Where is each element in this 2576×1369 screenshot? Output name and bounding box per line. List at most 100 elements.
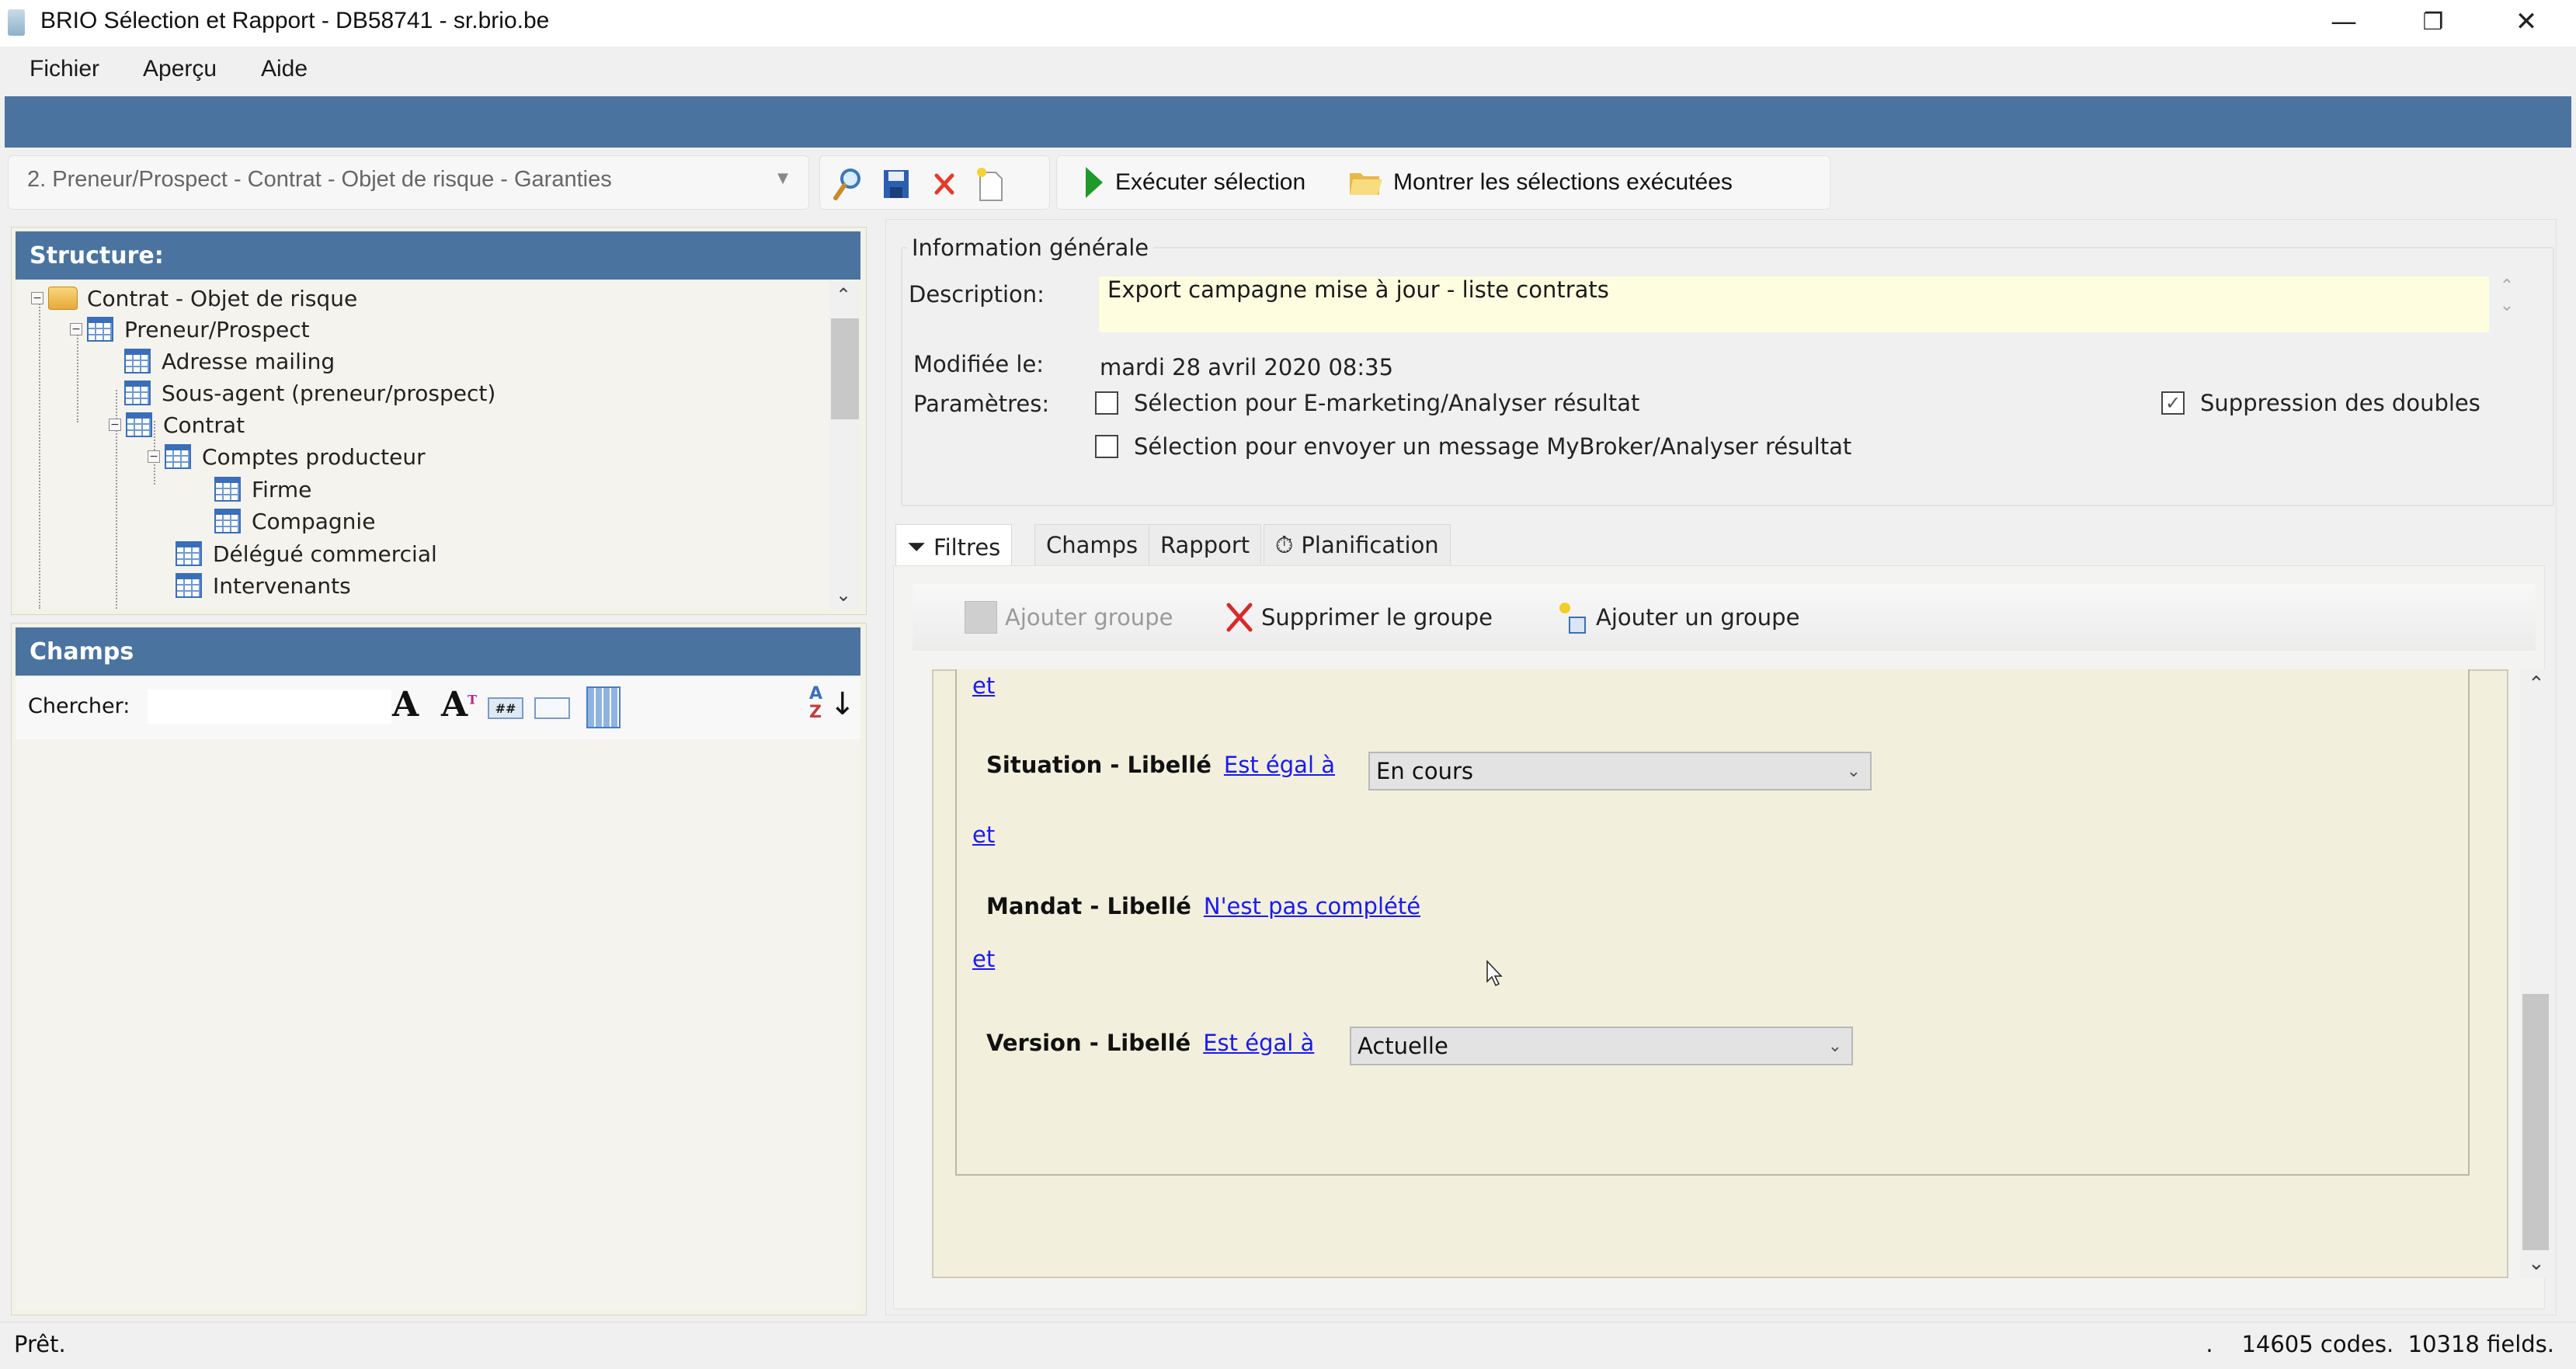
tab-champs[interactable]: Champs bbox=[1034, 524, 1150, 566]
description-scrollbar[interactable]: ⌃ ⌄ bbox=[2491, 276, 2522, 332]
play-icon bbox=[1086, 167, 1103, 198]
scroll-down-icon[interactable]: ⌄ bbox=[836, 584, 851, 606]
tree-scroll-thumb[interactable] bbox=[831, 318, 859, 419]
execute-selection-label: Exécuter sélection bbox=[1115, 169, 1306, 195]
collapse-icon[interactable]: − bbox=[70, 323, 82, 335]
tree-node[interactable]: Compagnie bbox=[214, 506, 375, 537]
search-icon[interactable] bbox=[832, 167, 863, 201]
scroll-up-icon[interactable]: ⌃ bbox=[2528, 672, 2545, 696]
condition-operator-link[interactable]: Est égal à bbox=[1224, 752, 1335, 778]
condition-field: Version - Libellé bbox=[986, 1030, 1191, 1056]
tree-node[interactable]: Sous-agent (preneur/prospect) bbox=[124, 377, 495, 408]
number-field-icon[interactable]: ## bbox=[488, 697, 523, 719]
table-icon bbox=[124, 349, 151, 374]
delete-group-button[interactable]: Supprimer le groupe bbox=[1225, 598, 1493, 637]
filter-condition: Situation - Libellé Est égal à bbox=[986, 752, 1335, 778]
tab-label: Filtres bbox=[933, 533, 1001, 561]
condition-value: En cours bbox=[1376, 758, 1474, 784]
tree-node[interactable]: Adresse mailing bbox=[124, 346, 335, 377]
collapse-icon[interactable]: − bbox=[31, 292, 43, 304]
params-label: Paramètres: bbox=[913, 391, 1050, 417]
connector-et-link[interactable]: et bbox=[972, 946, 995, 972]
chevron-down-icon: ⌄ bbox=[1827, 1036, 1842, 1056]
table-icon bbox=[176, 541, 202, 566]
minimize-button[interactable]: — bbox=[2297, 0, 2390, 43]
tree-guide-line bbox=[39, 298, 40, 609]
query-select-value: 2. Preneur/Prospect - Contrat - Objet de… bbox=[27, 167, 612, 192]
condition-field: Mandat - Libellé bbox=[986, 893, 1191, 919]
scroll-down-icon[interactable]: ⌄ bbox=[2528, 1252, 2545, 1275]
add-group-icon bbox=[965, 601, 997, 634]
header-band bbox=[5, 96, 2571, 148]
filter-group-box bbox=[955, 669, 2470, 1176]
menu-aide[interactable]: Aide bbox=[261, 56, 308, 82]
sort-arrow-icon: ↓ bbox=[829, 686, 856, 722]
condition-operator-link[interactable]: N'est pas complété bbox=[1204, 893, 1420, 919]
collapse-icon[interactable]: − bbox=[148, 450, 160, 463]
close-icon: ✕ bbox=[2515, 6, 2538, 37]
connector-et-link[interactable]: et bbox=[972, 822, 995, 848]
tree-node[interactable]: − Comptes producteur bbox=[148, 441, 426, 472]
tab-planification[interactable]: ⏱ Planification bbox=[1264, 524, 1451, 566]
tree-node[interactable]: Intervenants bbox=[176, 570, 351, 601]
show-executed-selections-button[interactable]: Montrer les sélections exécutées bbox=[1348, 164, 1733, 201]
scroll-up-icon[interactable]: ⌃ bbox=[836, 284, 851, 306]
tree-node[interactable]: − Contrat bbox=[109, 409, 245, 440]
menu-apercu[interactable]: Aperçu bbox=[143, 56, 217, 82]
param-mybroker[interactable]: Sélection pour envoyer un message MyBrok… bbox=[1095, 433, 1851, 460]
champs-search-input[interactable] bbox=[148, 690, 391, 724]
search-label: Chercher: bbox=[28, 694, 130, 718]
save-icon[interactable] bbox=[881, 167, 912, 201]
text-field-icon[interactable] bbox=[534, 697, 570, 719]
checkbox-dedupe[interactable]: ✓ bbox=[2161, 391, 2185, 415]
tab-label: Champs bbox=[1046, 532, 1139, 558]
restore-button[interactable]: ❐ bbox=[2387, 0, 2480, 43]
collapse-icon[interactable]: − bbox=[109, 419, 121, 431]
table-icon bbox=[214, 477, 241, 502]
condition-value-select[interactable]: Actuelle ⌄ bbox=[1350, 1027, 1853, 1065]
filter-condition: Mandat - Libellé N'est pas complété bbox=[986, 893, 1420, 919]
structure-header: Structure: bbox=[16, 231, 860, 280]
menu-fichier[interactable]: Fichier bbox=[30, 56, 99, 82]
tree-node[interactable]: Délégué commercial bbox=[176, 538, 437, 569]
table-icon bbox=[214, 509, 241, 533]
font-icon[interactable]: A bbox=[392, 685, 419, 724]
tree-node-label: Preneur/Prospect bbox=[124, 316, 310, 342]
sort-az-icon[interactable]: AZ bbox=[809, 685, 822, 722]
description-label: Description: bbox=[909, 281, 1045, 308]
filter-scroll-thumb[interactable] bbox=[2522, 994, 2549, 1250]
tree-node-label: Intervenants bbox=[213, 572, 351, 599]
dedupe-option[interactable]: ✓ Suppression des doubles bbox=[2161, 390, 2480, 416]
query-select[interactable]: 2. Preneur/Prospect - Contrat - Objet de… bbox=[8, 155, 809, 210]
scroll-up-icon[interactable]: ⌃ bbox=[2491, 276, 2522, 296]
tree-node[interactable]: − Contrat - Objet de risque bbox=[31, 283, 357, 314]
tree-node-label: Firme bbox=[252, 476, 312, 502]
show-executed-selections-label: Montrer les sélections exécutées bbox=[1393, 169, 1733, 195]
connector-et-link[interactable]: et bbox=[972, 672, 995, 699]
add-a-group-button[interactable]: Ajouter un groupe bbox=[1557, 598, 1799, 637]
add-group-icon bbox=[1559, 603, 1586, 634]
filter-condition: Version - Libellé Est égal à bbox=[986, 1030, 1314, 1056]
calculator-icon[interactable] bbox=[586, 686, 621, 728]
checkbox-emarketing[interactable] bbox=[1095, 391, 1118, 415]
condition-operator-link[interactable]: Est égal à bbox=[1203, 1030, 1314, 1056]
tree-node-label: Comptes producteur bbox=[202, 443, 426, 470]
condition-value-select[interactable]: En cours ⌄ bbox=[1368, 752, 1872, 790]
tree-node-label: Délégué commercial bbox=[213, 540, 437, 567]
tree-node[interactable]: − Preneur/Prospect bbox=[70, 314, 310, 345]
toolbar-icon-group bbox=[819, 155, 1050, 210]
new-document-icon[interactable] bbox=[974, 167, 1005, 201]
execute-selection-button[interactable]: Exécuter sélection bbox=[1084, 164, 1305, 201]
checkbox-mybroker[interactable] bbox=[1095, 435, 1118, 458]
tab-filtres[interactable]: ⏷ Filtres bbox=[895, 524, 1013, 569]
tree-node-label: Compagnie bbox=[252, 508, 376, 534]
tree-node[interactable]: Firme bbox=[214, 474, 311, 505]
delete-icon[interactable] bbox=[929, 167, 960, 201]
close-button[interactable]: ✕ bbox=[2480, 0, 2573, 43]
param-emarketing[interactable]: Sélection pour E-marketing/Analyser résu… bbox=[1095, 390, 1639, 416]
tab-rapport[interactable]: Rapport bbox=[1149, 524, 1262, 566]
add-group-button-disabled[interactable]: Ajouter groupe bbox=[965, 598, 1173, 637]
scroll-down-icon[interactable]: ⌄ bbox=[2491, 296, 2522, 315]
font-superscript-icon[interactable]: AT bbox=[441, 685, 477, 724]
chevron-down-icon: ▼ bbox=[777, 170, 788, 186]
